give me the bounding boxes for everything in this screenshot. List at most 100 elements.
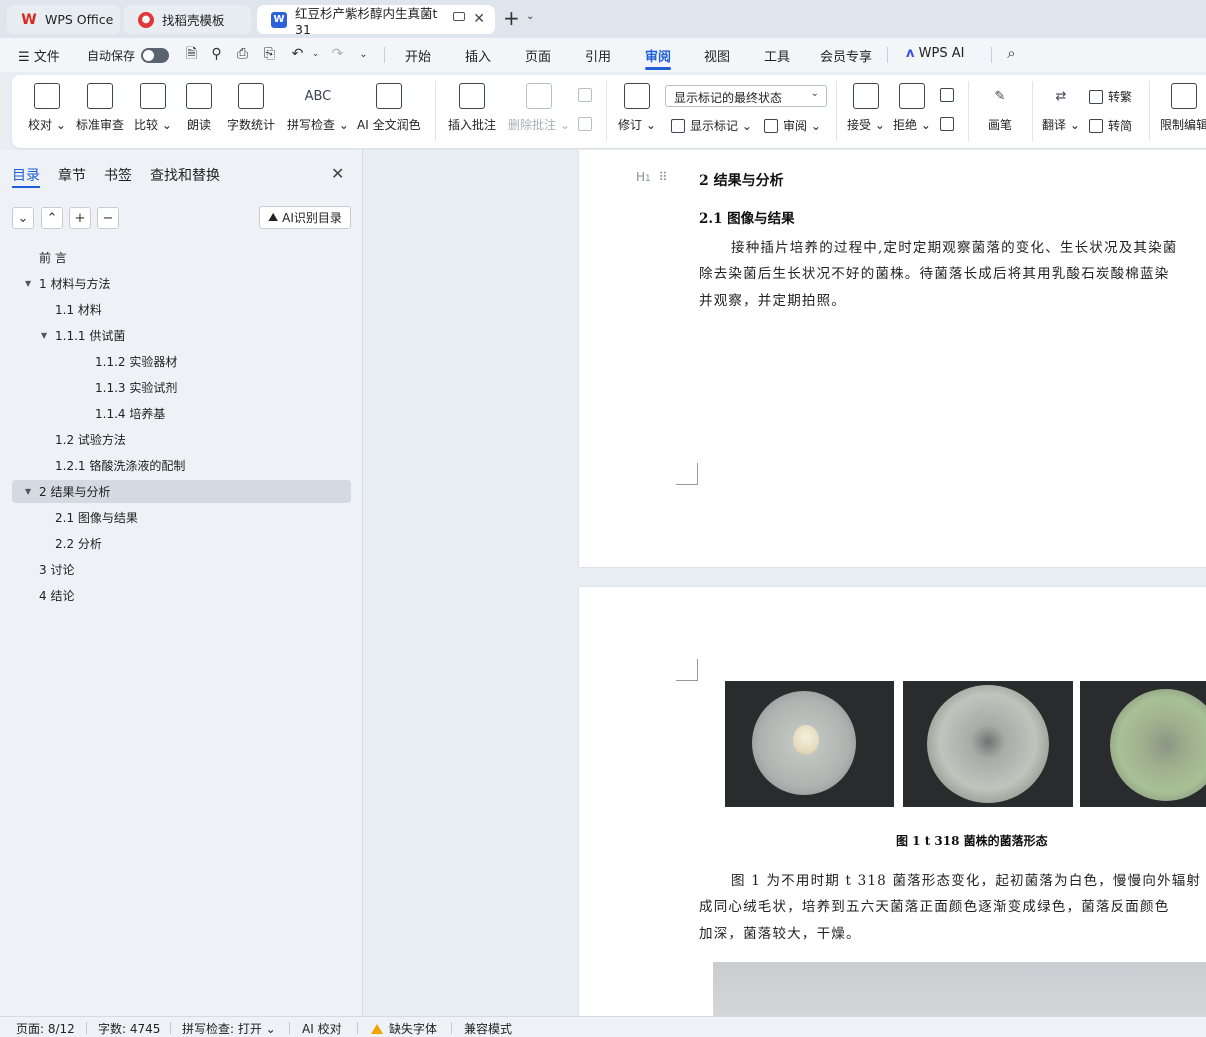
toc-item-selected[interactable]: ▼ 2 结果与分析 [12, 480, 351, 503]
translate-button[interactable]: ⇄ 翻译 ⌄ [1042, 83, 1080, 133]
paragraph-line[interactable]: 除去染菌后生长状况不好的菌株。待菌落长成后将其用乳酸石炭酸棉蓝染 [699, 262, 1169, 282]
toc-item[interactable]: ▼ 1.1.1 供试菌 [12, 324, 351, 347]
close-tab-icon[interactable]: ✕ [473, 11, 485, 27]
read-aloud-button[interactable]: 朗读 [186, 83, 212, 133]
toc-item[interactable]: 4 结论 [12, 584, 351, 607]
reject-button[interactable]: 拒绝 ⌄ [893, 83, 931, 133]
pen-button[interactable]: ✎ 画笔 [985, 83, 1015, 133]
review-pane-button[interactable]: 审阅 ⌄ [764, 117, 821, 134]
new-tab-button[interactable]: + [503, 8, 520, 28]
colony-photo-3[interactable] [1080, 681, 1206, 807]
toc-item[interactable]: 1.1.2 实验器材 [12, 350, 351, 373]
ai-proofread-status[interactable]: AI 校对 [302, 1020, 342, 1037]
heading-2-results[interactable]: 2 结果与分析 [699, 170, 784, 190]
markup-state-select[interactable]: 显示标记的最终状态 ⌄ [665, 85, 827, 107]
tab-find-replace[interactable]: 查找和替换 [150, 165, 220, 185]
previous-comment-button[interactable] [578, 88, 597, 102]
word-count-status[interactable]: 字数: 4745 [98, 1020, 160, 1037]
toc-item[interactable]: ▼ 1 材料与方法 [12, 272, 351, 295]
document-page[interactable]: 图 1 t 318 菌株的菌落形态 图 1 为不用时期 t 318 菌落形态变化… [579, 587, 1206, 1016]
menu-view[interactable]: 视图 [704, 46, 730, 65]
compare-button[interactable]: 比较 ⌄ [134, 83, 172, 133]
toc-item[interactable]: 1.2.1 铬酸洗涤液的配制 [12, 454, 351, 477]
toc-item[interactable]: 2.2 分析 [12, 532, 351, 555]
next-comment-button[interactable] [578, 117, 597, 131]
paragraph-line[interactable]: 接种插片培养的过程中,定时定期观察菌落的变化、生长状况及其染菌 [731, 236, 1178, 256]
file-menu[interactable]: ☰ 文件 [18, 46, 60, 65]
paragraph-line[interactable]: 成同心绒毛状，培养到五六天菌落正面颜色逐渐变成绿色，菌落反面颜色 [699, 895, 1169, 915]
toc-item[interactable]: 3 讨论 [12, 558, 351, 581]
tab-bookmarks[interactable]: 书签 [104, 165, 132, 185]
paragraph-line[interactable]: 图 1 为不用时期 t 318 菌落形态变化，起初菌落为白色，慢慢向外辐射 [731, 869, 1201, 889]
screen-icon[interactable] [453, 12, 465, 21]
print-icon[interactable]: ⎙ [235, 47, 250, 62]
previous-change-button[interactable] [940, 88, 959, 102]
next-change-button[interactable] [940, 117, 959, 131]
paragraph-line[interactable]: 加深，菌落较大，干燥。 [699, 922, 861, 942]
proofread-button[interactable]: 校对 ⌄ [28, 83, 66, 133]
collapse-down-icon[interactable]: ⌄ [12, 207, 34, 229]
menu-references[interactable]: 引用 [585, 46, 611, 65]
menu-member[interactable]: 会员专享 [820, 46, 872, 65]
standard-review-button[interactable]: 标准审查 [76, 83, 124, 133]
add-heading-icon[interactable]: + [69, 207, 91, 229]
heading-2-1[interactable]: 2.1 图像与结果 [699, 207, 795, 227]
remove-heading-icon[interactable]: − [97, 207, 119, 229]
expand-triangle-icon[interactable]: ▼ [25, 279, 31, 288]
to-traditional-button[interactable]: 转繁 [1089, 88, 1132, 105]
insert-comment-button[interactable]: 插入批注 [448, 83, 496, 133]
toc-item[interactable]: 1.2 试验方法 [12, 428, 351, 451]
accept-button[interactable]: 接受 ⌄ [847, 83, 885, 133]
delete-comment-button[interactable]: 删除批注 ⌄ [508, 83, 570, 133]
menu-tools[interactable]: 工具 [764, 46, 790, 65]
document-page[interactable]: H1 ⠿ 2 结果与分析 2.1 图像与结果 接种插片培养的过程中,定时定期观察… [579, 150, 1206, 567]
colony-photo-2[interactable] [903, 681, 1073, 807]
toc-item[interactable]: 1.1.3 实验试剂 [12, 376, 351, 399]
collapse-up-icon[interactable]: ⌃ [41, 207, 63, 229]
track-changes-button[interactable]: 修订 ⌄ [618, 83, 656, 133]
tab-wps-office[interactable]: W WPS Office [7, 5, 120, 34]
ai-toc-button[interactable]: ⛰ AI识别目录 [259, 206, 351, 229]
paragraph-line[interactable]: 并观察，并定期拍照。 [699, 289, 846, 309]
tab-document[interactable]: W 红豆杉产紫杉醇内生真菌t 31 ✕ [257, 5, 495, 37]
redo-icon[interactable]: ↷ [330, 47, 345, 62]
menu-wps-ai[interactable]: ʌ WPS AI [906, 46, 964, 61]
autosave-toggle[interactable] [141, 48, 169, 63]
toc-item[interactable]: 1.1 材料 [12, 298, 351, 321]
expand-triangle-icon[interactable]: ▼ [25, 487, 31, 496]
spell-check-button[interactable]: ABC 拼写检查 ⌄ [287, 83, 349, 133]
chevron-down-icon[interactable]: ⌄ [526, 11, 534, 22]
compat-mode-status[interactable]: 兼容模式 [464, 1020, 512, 1037]
show-markup-button[interactable]: 显示标记 ⌄ [671, 117, 752, 134]
tab-toc[interactable]: 目录 [12, 165, 40, 185]
toc-item[interactable]: 2.1 图像与结果 [12, 506, 351, 529]
page-indicator[interactable]: 页面: 8/12 [16, 1020, 75, 1037]
spell-check-status[interactable]: 拼写检查: 打开 ⌄ [182, 1020, 276, 1037]
ai-polish-button[interactable]: AI 全文润色 [357, 83, 421, 133]
toc-item[interactable]: 1.1.4 培养基 [12, 402, 351, 425]
document-area[interactable]: H1 ⠿ 2 结果与分析 2.1 图像与结果 接种插片培养的过程中,定时定期观察… [364, 150, 1206, 1016]
restrict-editing-button[interactable]: 限制编辑 [1160, 83, 1206, 133]
word-count-button[interactable]: 字数统计 [227, 83, 275, 133]
menu-review[interactable]: 审阅 [645, 46, 671, 65]
toc-item[interactable]: 前 言 [12, 246, 351, 269]
menu-insert[interactable]: 插入 [465, 46, 491, 65]
close-panel-icon[interactable]: ✕ [331, 164, 344, 183]
save-icon[interactable]: 🗎 [184, 47, 199, 62]
tab-docer-templates[interactable]: ● 找稻壳模板 [124, 5, 251, 34]
tab-chapters[interactable]: 章节 [58, 165, 86, 185]
colony-photo-1[interactable] [725, 681, 894, 807]
quick-access-more-icon[interactable]: ⌄ [356, 47, 371, 62]
missing-font-status[interactable]: 缺失字体 [371, 1020, 437, 1037]
undo-icon[interactable]: ↶ [290, 47, 305, 62]
undo-chevron-icon[interactable]: ⌄ [308, 47, 323, 62]
figure-caption[interactable]: 图 1 t 318 菌株的菌落形态 [896, 832, 1048, 849]
format-painter-icon[interactable]: ⚲ [209, 47, 224, 62]
to-simplified-button[interactable]: 转简 [1089, 117, 1132, 134]
heading-style-marker[interactable]: H1 ⠿ [636, 170, 667, 184]
microscope-photo[interactable] [713, 962, 1206, 1016]
menu-page[interactable]: 页面 [525, 46, 551, 65]
print-preview-icon[interactable]: ⎘ [262, 47, 277, 62]
search-icon[interactable]: ⌕ [1004, 46, 1019, 61]
expand-triangle-icon[interactable]: ▼ [41, 331, 47, 340]
